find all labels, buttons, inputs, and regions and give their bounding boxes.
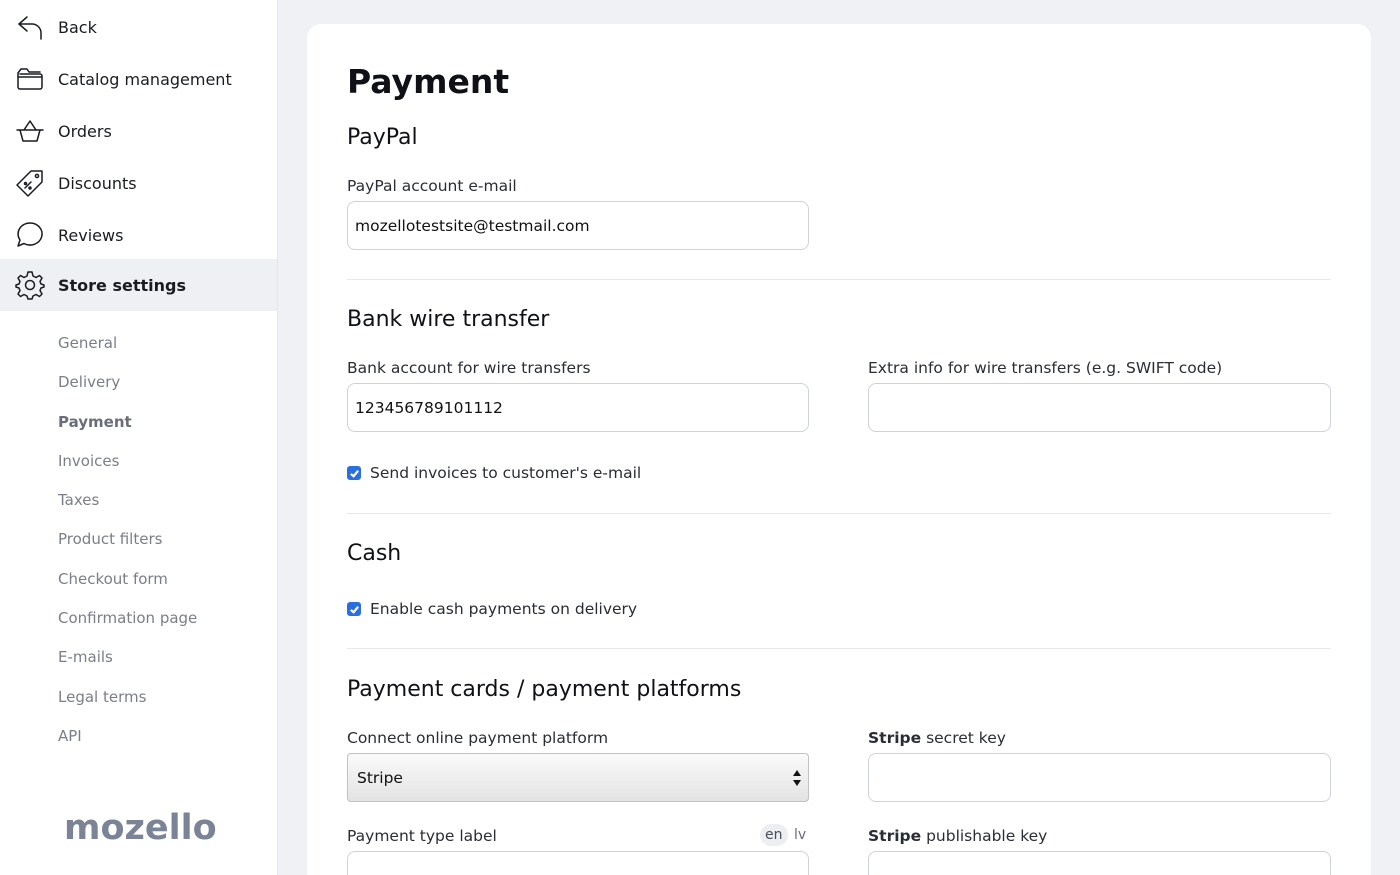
cash-checkbox-row[interactable]: Enable cash payments on delivery	[347, 600, 637, 618]
nav-back[interactable]: Back	[0, 1, 277, 53]
subnav-legal-terms[interactable]: Legal terms	[58, 688, 146, 706]
subnav-payment[interactable]: Payment	[58, 413, 132, 431]
settings-card	[307, 24, 1371, 875]
lang-tab-lv[interactable]: lv	[794, 827, 806, 843]
send-invoices-checkbox[interactable]	[347, 466, 361, 480]
mozello-logo[interactable]: mozello	[64, 808, 217, 848]
nav-catalog-label: Catalog management	[58, 69, 232, 89]
subnav-taxes[interactable]: Taxes	[58, 491, 99, 509]
payment-type-label: Payment type label	[347, 827, 497, 845]
platform-label: Connect online payment platform	[347, 729, 609, 747]
extra-info-input[interactable]	[868, 383, 1331, 432]
bank-section-title: Bank wire transfer	[347, 307, 550, 332]
paypal-email-input[interactable]	[347, 201, 809, 250]
subnav-invoices[interactable]: Invoices	[58, 452, 119, 470]
nav-orders-label: Orders	[58, 121, 112, 141]
speech-bubble-icon	[14, 219, 46, 251]
sidebar: Back Catalog management Orders Discounts…	[0, 0, 278, 875]
nav-discounts[interactable]: Discounts	[0, 157, 277, 209]
payment-type-input[interactable]	[347, 851, 809, 875]
paypal-email-label: PayPal account e-mail	[347, 177, 517, 195]
nav-catalog-management[interactable]: Catalog management	[0, 53, 277, 105]
nav-orders[interactable]: Orders	[0, 105, 277, 157]
subnav-e-mails[interactable]: E-mails	[58, 648, 113, 666]
subnav-general[interactable]: General	[58, 334, 117, 352]
nav-reviews-label: Reviews	[58, 225, 124, 245]
checkmark-icon	[349, 469, 359, 478]
stripe-secret-key-label: Stripe secret key	[868, 729, 1006, 747]
divider	[347, 513, 1331, 514]
nav-store-settings-label: Store settings	[58, 275, 186, 295]
nav-reviews[interactable]: Reviews	[0, 209, 277, 261]
subnav-checkout-form[interactable]: Checkout form	[58, 570, 168, 588]
send-invoices-label: Send invoices to customer's e-mail	[370, 464, 642, 482]
cash-section-title: Cash	[347, 541, 402, 566]
platform-select-value: Stripe	[357, 768, 403, 787]
cash-enable-label: Enable cash payments on delivery	[370, 600, 638, 618]
cash-checkbox[interactable]	[347, 602, 361, 616]
bank-account-label: Bank account for wire transfers	[347, 359, 591, 377]
stripe-publishable-key-label: Stripe publishable key	[868, 827, 1048, 845]
subnav-product-filters[interactable]: Product filters	[58, 530, 162, 548]
lang-tab-en[interactable]: en	[760, 824, 788, 846]
folder-icon	[14, 63, 46, 95]
page-title: Payment	[347, 62, 510, 101]
nav-discounts-label: Discounts	[58, 173, 137, 193]
stripe-publishable-key-input[interactable]	[868, 851, 1331, 875]
gear-icon	[14, 269, 46, 301]
extra-info-label: Extra info for wire transfers (e.g. SWIF…	[868, 359, 1223, 377]
subnav-api[interactable]: API	[58, 727, 82, 745]
checkmark-icon	[349, 605, 359, 614]
cards-section-title: Payment cards / payment platforms	[347, 677, 742, 702]
select-arrows-icon	[793, 770, 801, 786]
stripe-secret-key-input[interactable]	[868, 753, 1331, 802]
platform-select[interactable]: Stripe	[347, 753, 809, 802]
subnav-confirmation-page[interactable]: Confirmation page	[58, 609, 197, 627]
bank-account-input[interactable]	[347, 383, 809, 432]
price-tag-icon	[14, 167, 46, 199]
divider	[347, 648, 1331, 649]
nav-back-label: Back	[58, 17, 97, 37]
subnav-delivery[interactable]: Delivery	[58, 373, 120, 391]
back-arrow-icon	[14, 11, 46, 43]
send-invoices-checkbox-row[interactable]: Send invoices to customer's e-mail	[347, 464, 641, 482]
nav-store-settings[interactable]: Store settings	[0, 259, 277, 311]
divider	[347, 279, 1331, 280]
basket-icon	[14, 115, 46, 147]
paypal-section-title: PayPal	[347, 125, 418, 150]
